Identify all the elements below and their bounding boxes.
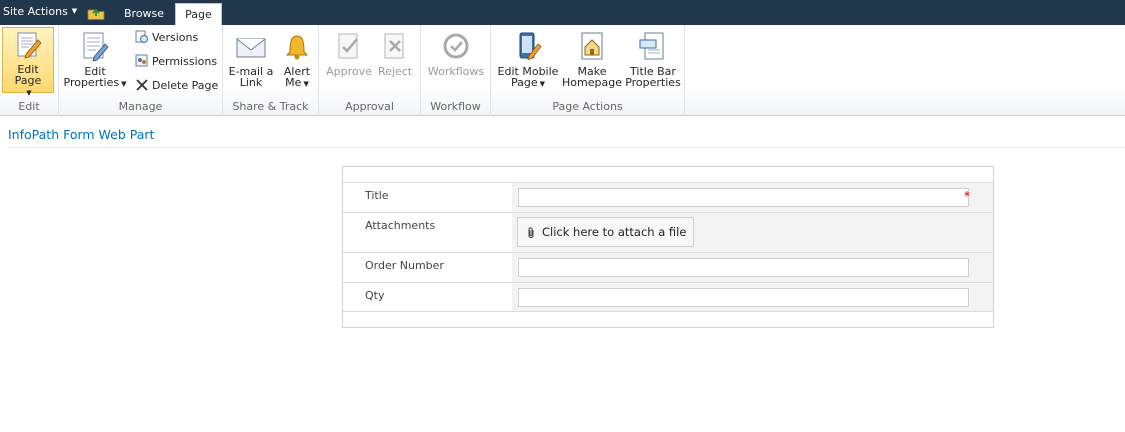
workflows-icon xyxy=(443,33,469,59)
form-row-attachments: Attachments Click here to attach a file xyxy=(343,212,993,252)
qty-input[interactable] xyxy=(518,288,969,307)
reject-button[interactable]: Reject xyxy=(375,28,415,77)
paperclip-icon xyxy=(528,227,534,238)
tab-page[interactable]: Page xyxy=(175,3,222,25)
delete-page-label: Delete Page xyxy=(152,79,219,92)
edit-page-label: Edit Page xyxy=(14,63,42,87)
ribbon-group-share-track: E-mail a Link Alert Me ▼ Share & Track xyxy=(223,25,319,116)
title-input[interactable]: * xyxy=(518,188,970,207)
alert-label-2: Me xyxy=(285,76,302,89)
edit-page-button[interactable]: Edit Page ▼ xyxy=(2,27,54,97)
delete-page-button[interactable]: Delete Page xyxy=(135,77,218,95)
field-label-qty: Qty xyxy=(365,289,385,302)
ribbon-group-page-actions: Edit Mobile Page ▼ Make Homepage Title Ba… xyxy=(491,25,685,116)
field-value-cell xyxy=(512,253,993,282)
attach-file-label: Click here to attach a file xyxy=(542,225,687,239)
versions-label: Versions xyxy=(152,31,199,44)
edit-mobile-page-button[interactable]: Edit Mobile Page ▼ xyxy=(496,28,560,90)
group-label-workflow: Workflow xyxy=(430,100,481,113)
tab-browse[interactable]: Browse xyxy=(114,3,174,25)
permissions-label: Permissions xyxy=(152,55,218,68)
edit-mobile-label-2: Page xyxy=(510,76,538,89)
make-homepage-button[interactable]: Make Homepage xyxy=(562,28,622,88)
versions-icon xyxy=(135,30,148,43)
infopath-form: Title * Attachments Click here to attach… xyxy=(342,166,994,328)
field-label-order-number: Order Number xyxy=(365,259,444,272)
group-label-manage: Manage xyxy=(118,100,163,113)
workflows-button[interactable]: Workflows xyxy=(425,28,487,77)
ribbon-group-approval: Approve Reject Approval xyxy=(319,25,421,116)
chevron-down-icon: ▼ xyxy=(26,89,32,97)
navigate-up-icon[interactable] xyxy=(87,5,105,20)
field-label-title: Title xyxy=(365,189,389,202)
edit-properties-button[interactable]: Edit Properties ▼ xyxy=(63,28,127,90)
homepage-icon xyxy=(581,32,603,60)
field-value-cell xyxy=(512,283,993,311)
field-label-cell: Title xyxy=(343,183,512,212)
email-label-2: Link xyxy=(239,76,263,89)
form-row-order-number: Order Number xyxy=(343,252,993,282)
workflows-label: Workflows xyxy=(427,65,485,78)
order-number-input[interactable] xyxy=(518,258,969,277)
chevron-down-icon: ▼ xyxy=(303,80,309,88)
field-label-cell: Attachments xyxy=(343,213,512,252)
mobile-page-icon xyxy=(519,32,542,61)
ribbon: Edit Page ▼ Edit Edit Properties ▼ Versio… xyxy=(0,25,1125,116)
required-marker: * xyxy=(964,189,970,203)
email-icon xyxy=(236,38,266,58)
divider xyxy=(8,147,1125,148)
webpart-title[interactable]: InfoPath Form Web Part xyxy=(8,127,154,142)
field-label-cell: Order Number xyxy=(343,253,512,282)
group-label-approval: Approval xyxy=(345,100,394,113)
ribbon-group-edit: Edit Page ▼ Edit xyxy=(0,25,59,116)
chevron-down-icon: ▼ xyxy=(121,80,127,88)
form-row-qty: Qty xyxy=(343,282,993,312)
title-bar-label-2: Properties xyxy=(625,76,681,89)
field-label-cell: Qty xyxy=(343,283,512,311)
field-value-cell: * xyxy=(512,183,993,212)
ribbon-group-workflow: Workflows Workflow xyxy=(421,25,491,116)
top-bar: Site Actions ▼ Browse Page xyxy=(0,0,1125,25)
attach-file-button[interactable]: Click here to attach a file xyxy=(517,217,694,247)
field-label-attachments: Attachments xyxy=(365,219,436,232)
group-label-share-track: Share & Track xyxy=(232,100,309,113)
make-homepage-label-2: Homepage xyxy=(562,76,622,89)
alert-me-button[interactable]: Alert Me ▼ xyxy=(277,28,317,90)
site-actions-label: Site Actions xyxy=(3,5,68,18)
versions-button[interactable]: Versions xyxy=(135,29,198,47)
title-bar-properties-button[interactable]: Title Bar Properties xyxy=(624,28,682,88)
form-row-title: Title * xyxy=(343,182,993,212)
approve-label: Approve xyxy=(326,65,372,78)
reject-icon xyxy=(384,33,404,59)
title-bar-properties-icon xyxy=(639,32,664,60)
chevron-down-icon: ▼ xyxy=(539,80,546,88)
chevron-down-icon: ▼ xyxy=(71,7,78,15)
approve-icon xyxy=(338,33,358,59)
permissions-button[interactable]: Permissions xyxy=(135,53,217,71)
edit-page-icon xyxy=(17,32,42,59)
approve-button[interactable]: Approve xyxy=(325,28,373,77)
edit-properties-icon xyxy=(83,32,109,62)
edit-properties-label-2: Properties xyxy=(63,76,120,89)
ribbon-group-manage: Edit Properties ▼ Versions Permissions De… xyxy=(59,25,223,116)
bell-icon xyxy=(285,35,309,60)
reject-label: Reject xyxy=(377,65,413,78)
field-value-cell: Click here to attach a file xyxy=(512,213,993,252)
email-link-button[interactable]: E-mail a Link xyxy=(228,28,274,88)
group-label-edit: Edit xyxy=(18,100,40,113)
group-label-page-actions: Page Actions xyxy=(552,100,623,113)
delete-icon xyxy=(136,79,148,91)
site-actions-menu[interactable]: Site Actions ▼ xyxy=(3,5,77,18)
permissions-icon xyxy=(135,54,148,67)
